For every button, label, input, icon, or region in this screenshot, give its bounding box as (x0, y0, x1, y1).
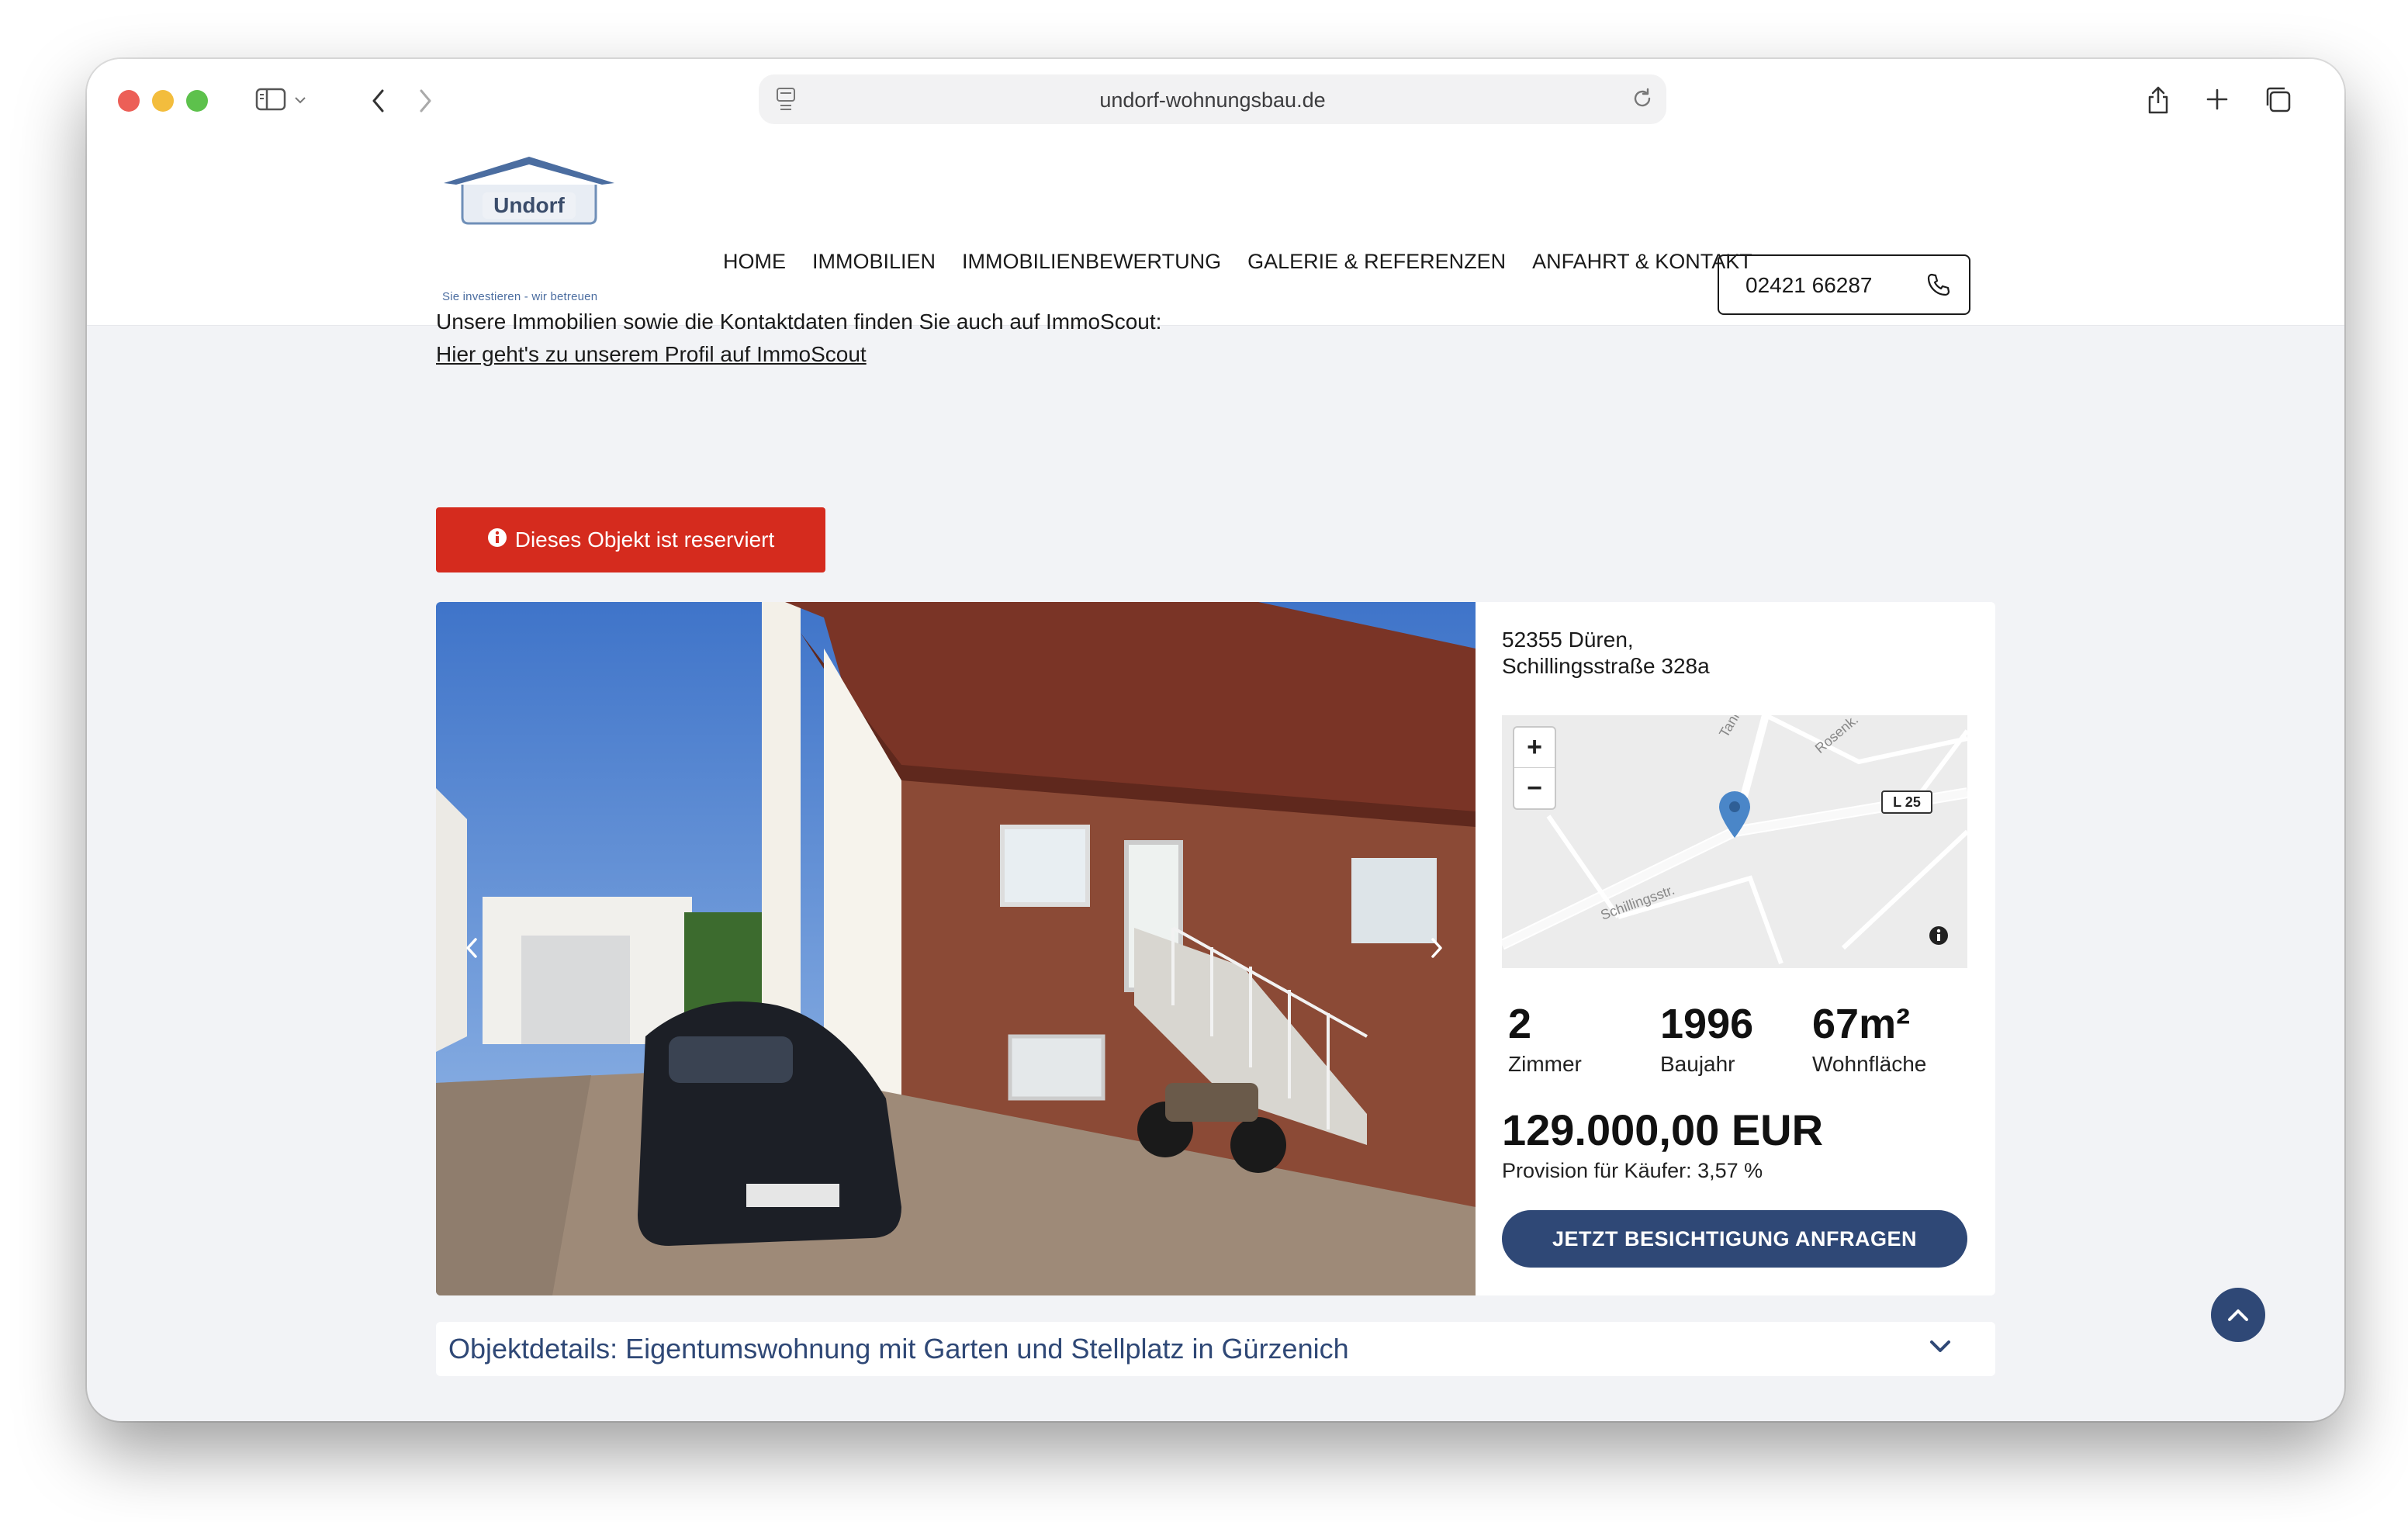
map-info-icon[interactable] (1929, 925, 1949, 950)
address-bar[interactable]: undorf-wohnungsbau.de (759, 74, 1666, 124)
nav-item-galerie[interactable]: GALERIE & REFERENZEN (1247, 250, 1506, 274)
address-line-2: Schillingsstraße 328a (1502, 654, 1710, 678)
nav-item-immobilienbewertung[interactable]: IMMOBILIENBEWERTUNG (962, 250, 1221, 274)
chevron-down-icon (294, 94, 306, 108)
phone-button[interactable]: 02421 66287 (1718, 254, 1970, 315)
browser-toolbar: undorf-wohnungsbau.de (87, 59, 2344, 140)
logo-tagline: Sie investieren - wir betreuen (442, 290, 598, 303)
stat-rooms-label: Zimmer (1508, 1052, 1582, 1076)
scroll-to-top-button[interactable] (2211, 1288, 2265, 1342)
address-line-1: 52355 Düren, (1502, 628, 1634, 652)
map-zoom-in-button[interactable]: + (1514, 728, 1555, 768)
stat-year-value: 1996 (1660, 1001, 1754, 1047)
property-card: 52355 Düren, Schillingsstraße 328a Schil… (436, 602, 1995, 1295)
object-details-accordion[interactable]: Objektdetails: Eigentumswohnung mit Gart… (436, 1322, 1995, 1376)
back-button[interactable] (355, 78, 402, 124)
close-window-button[interactable] (118, 90, 140, 112)
stat-year-label: Baujahr (1660, 1052, 1735, 1076)
property-address: 52355 Düren, Schillingsstraße 328a (1502, 627, 1710, 680)
main-navigation: HOME IMMOBILIEN IMMOBILIENBEWERTUNG GALE… (723, 250, 1779, 274)
plus-icon (2206, 88, 2229, 115)
chevron-right-icon (1431, 938, 1442, 958)
request-viewing-button[interactable]: JETZT BESICHTIGUNG ANFRAGEN (1502, 1210, 1967, 1268)
property-photo-carousel[interactable] (436, 602, 1476, 1295)
share-button[interactable] (2135, 78, 2181, 124)
phone-icon (1925, 272, 1952, 302)
url-text: undorf-wohnungsbau.de (1099, 88, 1326, 112)
immoscout-profile-link[interactable]: Hier geht's zu unserem Profil auf ImmoSc… (436, 342, 867, 366)
stat-area-label: Wohnfläche (1812, 1052, 1927, 1076)
reload-icon[interactable] (1629, 85, 1656, 116)
site-logo[interactable]: Undorf (436, 154, 622, 250)
map-tiles: Schillingsstr. Tann. Rosenk. L 25 (1502, 715, 1967, 965)
nav-item-home[interactable]: HOME (723, 250, 786, 274)
property-info: 52355 Düren, Schillingsstraße 328a Schil… (1502, 602, 1967, 1295)
chevron-left-icon (466, 938, 477, 958)
stat-rooms-value: 2 (1508, 1001, 1532, 1047)
browser-window: undorf-wohnungsbau.de Undorf Sie investi… (87, 59, 2344, 1421)
tabs-icon (2264, 85, 2292, 117)
reserved-label: Dieses Objekt ist reserviert (514, 528, 775, 552)
maximize-window-button[interactable] (186, 90, 208, 112)
phone-number: 02421 66287 (1745, 273, 1873, 297)
new-tab-button[interactable] (2194, 78, 2240, 124)
carousel-prev-button[interactable] (456, 932, 487, 963)
carousel-next-button[interactable] (1421, 932, 1452, 963)
map-label-tann: Tann. (1716, 715, 1746, 740)
location-map[interactable]: Schillingsstr. Tann. Rosenk. L 25 + − (1502, 715, 1967, 968)
buyer-commission: Provision für Käufer: 3,57 % (1502, 1159, 1763, 1182)
stat-year: 1996 Baujahr (1660, 1001, 1753, 1077)
immoscout-intro: Unsere Immobilien sowie die Kontaktdaten… (436, 306, 1161, 371)
forward-button[interactable] (402, 78, 448, 124)
info-icon (487, 528, 507, 553)
sidebar-icon (255, 88, 286, 115)
intro-text: Unsere Immobilien sowie die Kontaktdaten… (436, 310, 1162, 334)
stat-area: 67m² Wohnfläche (1812, 1001, 1926, 1077)
tab-overview-button[interactable] (2254, 78, 2301, 124)
svg-text:Undorf: Undorf (493, 193, 565, 217)
map-zoom-out-button[interactable]: − (1514, 768, 1555, 808)
map-zoom-control: + − (1513, 726, 1556, 810)
site-header: Undorf Sie investieren - wir betreuen HO… (87, 140, 2344, 326)
chevron-up-icon (2228, 1309, 2248, 1321)
property-price: 129.000,00 EUR (1502, 1105, 1824, 1154)
history-nav (344, 74, 459, 127)
property-stats: 2 Zimmer 1996 Baujahr 67m² Wohnfläche (1508, 1001, 1967, 1078)
minimize-window-button[interactable] (152, 90, 174, 112)
chevron-down-icon (1929, 1339, 1952, 1358)
stat-rooms: 2 Zimmer (1508, 1001, 1582, 1077)
sidebar-toggle-button[interactable] (239, 74, 323, 127)
stat-area-value: 67m² (1812, 1001, 1911, 1047)
nav-item-immobilien[interactable]: IMMOBILIEN (812, 250, 936, 274)
share-icon (2146, 84, 2171, 119)
property-photo (436, 602, 1476, 1295)
map-label-road: L 25 (1893, 794, 1921, 810)
reserved-badge: Dieses Objekt ist reserviert (436, 507, 825, 572)
object-details-title: Objektdetails: Eigentumswohnung mit Gart… (448, 1333, 1349, 1365)
